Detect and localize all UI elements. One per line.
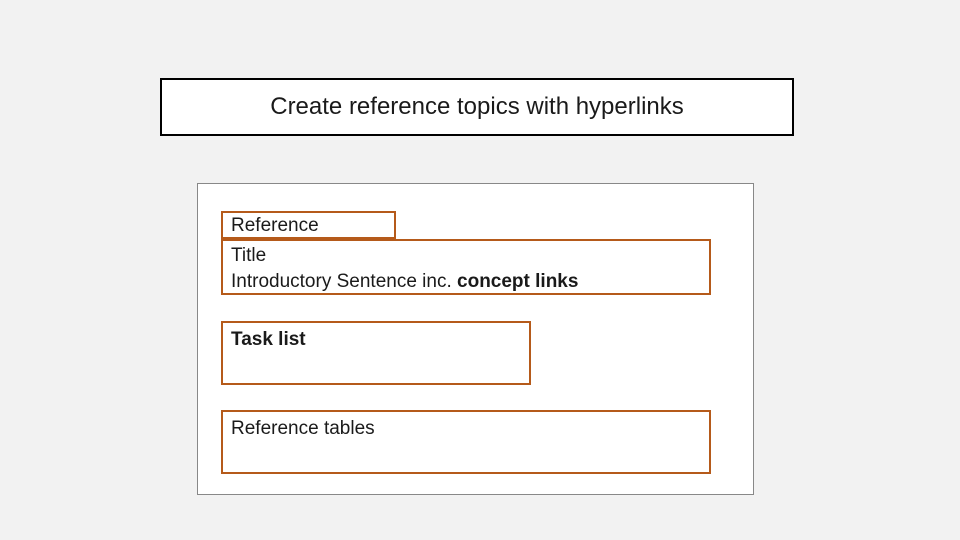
title-line: Title — [231, 243, 701, 269]
intro-bold: concept links — [457, 271, 578, 292]
reference-tables-box: Reference tables — [221, 410, 711, 474]
title-intro-box: Title Introductory Sentence inc. concept… — [221, 239, 711, 295]
slide: Create reference topics with hyperlinks … — [0, 0, 960, 540]
task-list-label: Task list — [231, 329, 306, 350]
task-list-box: Task list — [221, 321, 531, 385]
intro-line: Introductory Sentence inc. concept links — [231, 269, 701, 295]
slide-title: Create reference topics with hyperlinks — [160, 78, 794, 136]
slide-title-text: Create reference topics with hyperlinks — [270, 93, 684, 121]
reference-label: Reference — [231, 215, 319, 236]
intro-plain: Introductory Sentence inc. — [231, 271, 457, 292]
reference-label-box: Reference — [221, 211, 396, 239]
reference-tables-label: Reference tables — [231, 418, 375, 439]
